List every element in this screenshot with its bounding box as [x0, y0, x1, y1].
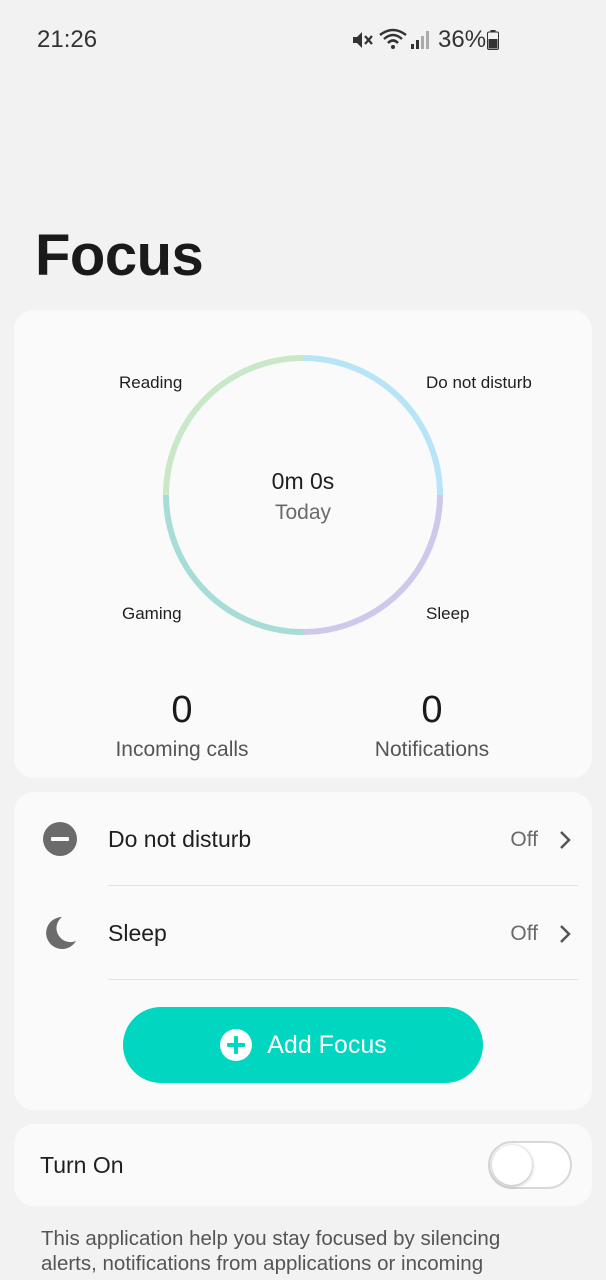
ring-label-sleep: Sleep	[426, 604, 470, 623]
turn-on-toggle[interactable]	[488, 1141, 572, 1189]
ring-label-gaming: Gaming	[122, 604, 182, 623]
add-focus-button[interactable]: Add Focus	[123, 1007, 483, 1083]
battery-icon	[487, 30, 499, 50]
focus-summary-card: Reading Do not disturb Gaming Sleep 0m 0…	[14, 310, 592, 778]
ring-label-do-not-disturb: Do not disturb	[426, 373, 532, 392]
stat-label: Incoming calls	[115, 738, 249, 761]
wifi-icon	[379, 28, 407, 49]
mode-title: Sleep	[108, 920, 167, 946]
mode-status: Off	[510, 828, 538, 851]
ring-label-reading: Reading	[119, 373, 183, 392]
mode-title: Do not disturb	[108, 826, 252, 852]
stat-notifications: 0 Notifications	[312, 688, 552, 762]
stat-value: 0	[421, 689, 443, 731]
divider	[108, 979, 578, 980]
plus-circle-icon	[220, 1029, 253, 1061]
status-bar: 21:26 36%	[0, 0, 606, 80]
focus-modes-card: Do not disturb Off Sleep Off Add Focus	[14, 792, 592, 1110]
turn-on-card: Turn On	[14, 1124, 592, 1206]
stat-label: Notifications	[374, 738, 490, 761]
toggle-knob	[492, 1145, 532, 1185]
chevron-right-icon	[560, 925, 571, 943]
mode-row-sleep[interactable]: Sleep Off	[14, 886, 592, 980]
description-text: This application help you stay focused b…	[41, 1227, 501, 1275]
add-focus-label: Add Focus	[267, 1030, 387, 1059]
do-not-disturb-icon	[43, 822, 77, 856]
total-focus-time: 0m 0s	[271, 468, 335, 494]
period-label: Today	[274, 501, 332, 524]
moon-icon	[46, 917, 76, 949]
battery-percent: 36%	[438, 26, 487, 53]
stat-incoming-calls: 0 Incoming calls	[62, 688, 302, 762]
mode-status: Off	[510, 922, 538, 945]
signal-icon	[411, 31, 429, 49]
focus-time-ring	[163, 355, 443, 635]
page-title: Focus	[35, 223, 204, 288]
mode-row-do-not-disturb[interactable]: Do not disturb Off	[14, 792, 592, 886]
stat-value: 0	[171, 689, 193, 731]
chevron-right-icon	[560, 831, 571, 849]
status-time: 21:26	[37, 26, 98, 53]
turn-on-label: Turn On	[40, 1152, 124, 1178]
mute-icon	[353, 32, 373, 48]
